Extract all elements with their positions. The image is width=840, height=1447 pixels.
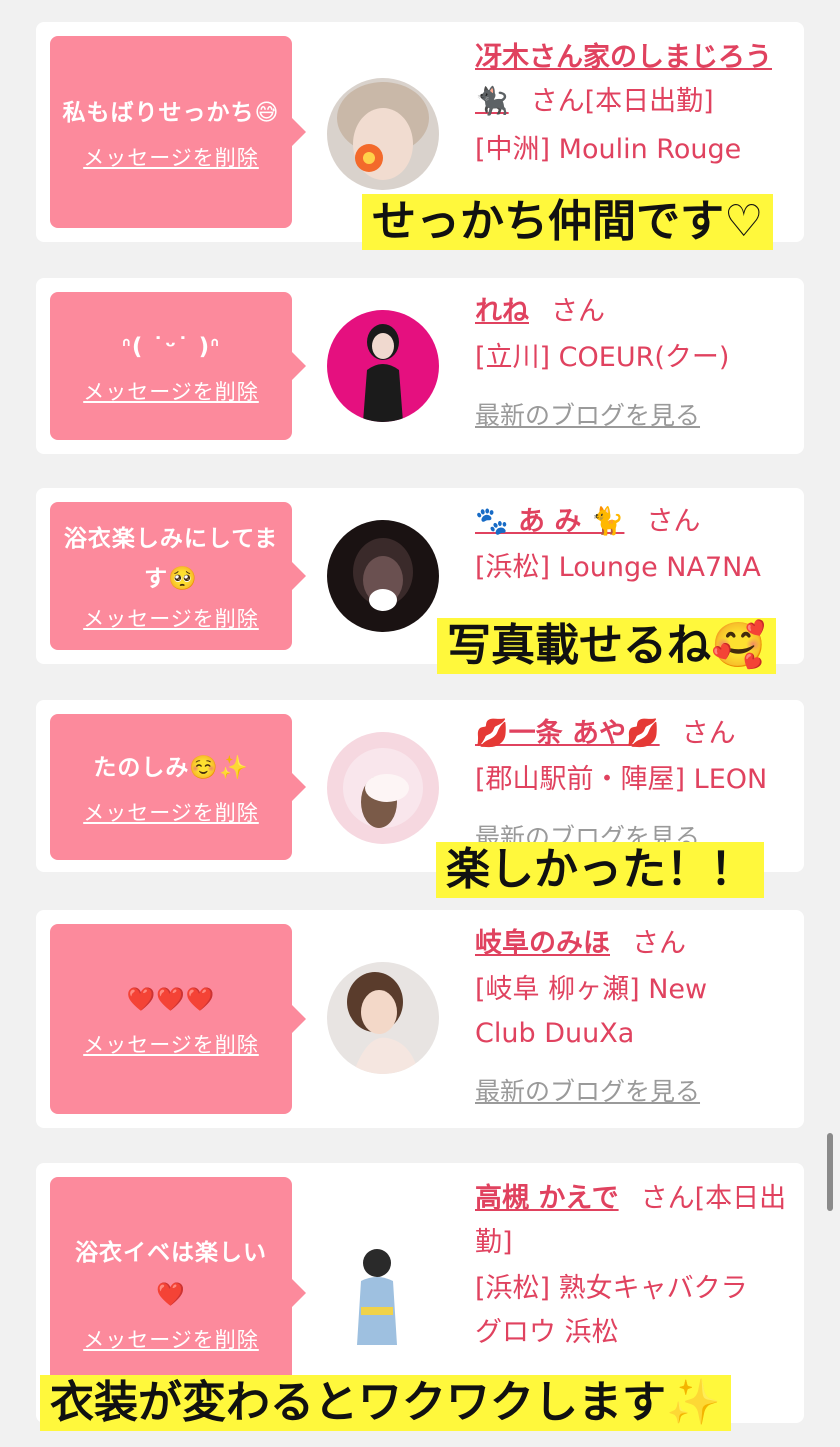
host-info: 🐾 あ み 🐈 さん [浜松] Lounge NA7NA (475, 500, 792, 590)
avatar[interactable] (327, 1237, 439, 1349)
host-name-link[interactable]: 💋一条 あや💋 (475, 718, 660, 749)
san-label: さん (646, 506, 701, 537)
shop-label: [郡山駅前・陣屋] LEON (475, 764, 768, 795)
caption-overlay: 楽しかった！！ (436, 842, 764, 898)
host-info: 💋一条 あや💋 さん [郡山駅前・陣屋] LEON 最新のブログを見る (475, 712, 792, 860)
message-text: 浴衣イベは楽しい❤️ (75, 1240, 267, 1308)
delete-message-link[interactable]: メッセージを削除 (83, 1324, 259, 1354)
host-info: 冴木さん家のしまじろう🐈‍⬛ さん[本日出勤] [中洲] Moulin Rouge (475, 36, 792, 172)
host-name-link[interactable]: 高槻 かえで (475, 1183, 619, 1214)
avatar[interactable] (327, 732, 439, 844)
message-bubble: ᐢ( ˙ᵕ˙ )ᐢ メッセージを削除 (50, 292, 306, 440)
san-label: さん (632, 928, 686, 959)
san-label: さん (681, 718, 736, 749)
message-bubble: ❤️❤️❤️ メッセージを削除 (50, 924, 306, 1114)
delete-message-link[interactable]: メッセージを削除 (83, 376, 259, 406)
message-bubble: 浴衣楽しみにしてます🥺 メッセージを削除 (50, 502, 306, 650)
host-name-link[interactable]: 🐾 あ み 🐈 (475, 506, 624, 537)
message-text: 私もばりせっかち😅 (62, 100, 280, 126)
latest-blog-link[interactable]: 最新のブログを見る (475, 394, 792, 438)
san-label: さん (551, 296, 605, 327)
delete-message-link[interactable]: メッセージを削除 (83, 1029, 259, 1059)
message-card: ❤️❤️❤️ メッセージを削除 岐阜のみほ さん [岐阜 柳ヶ瀬] New Clu… (36, 910, 804, 1128)
shop-label: [浜松] 熟女キャバクラ グロウ 浜松 (475, 1273, 748, 1348)
avatar[interactable] (327, 962, 439, 1074)
caption-overlay: 写真載せるね🥰 (437, 618, 776, 674)
scrollbar[interactable] (827, 1133, 833, 1211)
host-name-link[interactable]: れね (475, 296, 529, 327)
host-name-link[interactable]: 岐阜のみほ (475, 928, 610, 959)
san-label: さん[本日出勤] (530, 86, 714, 117)
message-bubble: 私もばりせっかち😅 メッセージを削除 (50, 36, 306, 228)
shop-label: [岐阜 柳ヶ瀬] New Club DuuXa (475, 974, 708, 1049)
host-info: 高槻 かえで さん[本日出勤] [浜松] 熟女キャバクラ グロウ 浜松 (475, 1177, 792, 1355)
message-text: たのしみ☺️✨ (93, 755, 249, 781)
host-info: れね さん [立川] COEUR(クー) 最新のブログを見る (475, 290, 792, 438)
message-card: ᐢ( ˙ᵕ˙ )ᐢ メッセージを削除 れね さん [立川] COEUR(クー) 最… (36, 278, 804, 454)
caption-overlay: 衣装が変わるとワクワクします✨ (40, 1375, 731, 1431)
message-text: ᐢ( ˙ᵕ˙ )ᐢ (121, 334, 221, 360)
avatar[interactable] (327, 520, 439, 632)
shop-label: [浜松] Lounge NA7NA (475, 552, 761, 583)
avatar[interactable] (327, 78, 439, 190)
shop-label: [立川] COEUR(クー) (475, 342, 730, 373)
delete-message-link[interactable]: メッセージを削除 (83, 603, 259, 633)
delete-message-link[interactable]: メッセージを削除 (83, 142, 259, 172)
shop-label: [中洲] Moulin Rouge (475, 134, 742, 165)
message-text: 浴衣楽しみにしてます🥺 (63, 526, 279, 592)
host-info: 岐阜のみほ さん [岐阜 柳ヶ瀬] New Club DuuXa 最新のブログを見… (475, 922, 792, 1114)
delete-message-link[interactable]: メッセージを削除 (83, 797, 259, 827)
latest-blog-link[interactable]: 最新のブログを見る (475, 1070, 792, 1114)
caption-overlay: せっかち仲間です♡ (362, 194, 774, 250)
message-bubble: たのしみ☺️✨ メッセージを削除 (50, 714, 306, 860)
avatar[interactable] (327, 310, 439, 422)
message-text: ❤️❤️❤️ (126, 987, 216, 1013)
